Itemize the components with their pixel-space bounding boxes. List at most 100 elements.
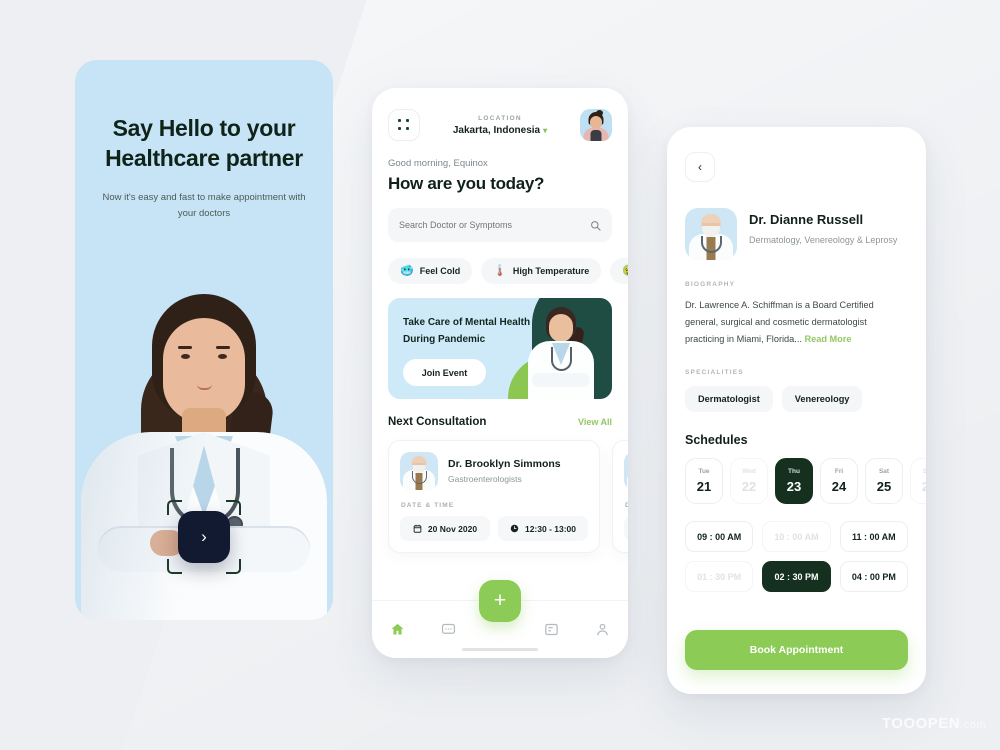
- doctor-photo: [75, 280, 333, 620]
- specialities-list: Dermatologist Venereology: [685, 386, 908, 412]
- avatar[interactable]: [580, 109, 612, 141]
- cold-face-icon: 🥶: [400, 264, 414, 277]
- schedules-title: Schedules: [685, 433, 748, 447]
- time-slot: 10 : 00 AM: [762, 521, 831, 552]
- doctor-avatar: [685, 208, 737, 260]
- location-value[interactable]: Jakarta, Indonesia ▾: [420, 125, 580, 136]
- date-pill: 22 Nov 2020: [624, 516, 628, 541]
- tab-profile[interactable]: [590, 618, 614, 642]
- day-name: Sat: [878, 468, 890, 475]
- day-number: 26: [921, 479, 926, 494]
- greeting-text: Good morning, Equinox: [388, 158, 488, 169]
- day-option-selected[interactable]: Thu 23: [775, 458, 813, 504]
- frame-corner-icon: [226, 559, 241, 574]
- time-slot: 01 : 30 PM: [685, 561, 754, 592]
- time-slot-grid: 09 : 00 AM 10 : 00 AM 11 : 00 AM 01 : 30…: [685, 521, 908, 592]
- search-input[interactable]: [399, 220, 590, 230]
- view-all-link[interactable]: View All: [578, 417, 612, 427]
- day-name: Thu: [788, 468, 800, 475]
- day-option[interactable]: Sat 25: [865, 458, 903, 504]
- frame-corner-icon: [167, 500, 182, 515]
- symptom-chip-label: High Temperature: [512, 266, 590, 276]
- home-icon: [391, 623, 404, 635]
- canvas: Say Hello to your Healthcare partner Now…: [0, 0, 1000, 750]
- consultation-card[interactable]: Dr. Jenny Wilson Cardiologists DATE & TI…: [612, 440, 628, 553]
- doctor-specialty: Dermatology, Venereology & Leprosy: [749, 235, 898, 245]
- banner-doctor-image: [524, 303, 598, 399]
- time-pill: 12:30 - 13:00: [498, 516, 588, 541]
- day-name: Fri: [834, 468, 844, 475]
- chevron-right-icon: ›: [201, 527, 207, 546]
- location-label: LOCATION: [478, 114, 522, 122]
- watermark-suffix: .com: [960, 719, 986, 731]
- read-more-link[interactable]: Read More: [804, 334, 851, 344]
- watermark-text: TOOOPEN: [881, 715, 961, 732]
- news-icon: [544, 623, 558, 636]
- grid-dots-icon[interactable]: [388, 109, 420, 141]
- day-option[interactable]: Fri 24: [820, 458, 858, 504]
- time-slot[interactable]: 11 : 00 AM: [839, 521, 908, 552]
- location-selector[interactable]: LOCATION Jakarta, Indonesia ▾: [420, 115, 580, 136]
- book-appointment-button[interactable]: Book Appointment: [685, 630, 908, 670]
- date-value: 20 Nov 2020: [427, 523, 478, 534]
- bottom-tab-bar: +: [372, 580, 628, 658]
- join-event-button[interactable]: Join Event: [403, 359, 486, 386]
- day-number: 25: [876, 479, 892, 494]
- biography-label: BIOGRAPHY: [685, 281, 736, 288]
- doctor-name: Dr. Brooklyn Simmons: [448, 458, 561, 470]
- thermometer-icon: 🌡️: [493, 264, 507, 277]
- day-name: Wed: [742, 468, 756, 475]
- home-indicator: [462, 648, 538, 651]
- watermark: TOOOPEN.com: [882, 715, 986, 732]
- calendar-icon: [413, 524, 422, 533]
- time-value: 12:30 - 13:00: [524, 523, 577, 534]
- symptom-chip-list: 🥶 Feel Cold 🌡️ High Temperature 🤢 Nausea: [388, 258, 628, 284]
- symptom-chip[interactable]: 🌡️ High Temperature: [481, 258, 602, 284]
- symptom-chip[interactable]: 🥶 Feel Cold: [388, 258, 473, 284]
- symptom-chip-label: Feel Cold: [419, 266, 461, 276]
- consultation-card[interactable]: Dr. Brooklyn Simmons Gastroenterologists…: [388, 440, 600, 553]
- tab-chat[interactable]: [437, 618, 461, 642]
- datetime-label: DATE & TIME: [401, 502, 455, 509]
- day-name: Sun: [922, 468, 926, 475]
- search-bar[interactable]: [388, 208, 612, 242]
- speciality-chip[interactable]: Dermatologist: [685, 386, 773, 412]
- day-number: 21: [696, 479, 712, 494]
- home-header: LOCATION Jakarta, Indonesia ▾: [372, 88, 628, 141]
- doctor-thumbnail: [400, 452, 438, 490]
- back-button[interactable]: ‹: [685, 152, 715, 182]
- next-consultation-header: Next Consultation View All: [388, 416, 612, 428]
- doctor-header: Dr. Dianne Russell Dermatology, Venereol…: [685, 208, 908, 260]
- speciality-chip[interactable]: Venereology: [781, 386, 863, 412]
- home-headline: How are you today?: [388, 174, 545, 193]
- day-option: Wed 22: [730, 458, 768, 504]
- nauseated-face-icon: 🤢: [622, 265, 628, 277]
- time-slot-selected[interactable]: 02 : 30 PM: [762, 561, 831, 592]
- chat-icon: [442, 623, 456, 634]
- time-slot[interactable]: 09 : 00 AM: [685, 521, 754, 552]
- add-button[interactable]: +: [479, 580, 521, 622]
- frame-corner-icon: [167, 559, 182, 574]
- frame-corner-icon: [226, 500, 241, 515]
- chevron-down-icon: ▾: [543, 125, 548, 135]
- day-number: 22: [741, 479, 757, 494]
- profile-icon: [597, 623, 608, 636]
- time-slot[interactable]: 04 : 00 PM: [839, 561, 908, 592]
- tab-news[interactable]: [539, 618, 563, 642]
- day-option[interactable]: Tue 21: [685, 458, 723, 504]
- day-name: Tue: [698, 468, 710, 475]
- section-title: Next Consultation: [388, 416, 487, 428]
- next-button[interactable]: ›: [167, 500, 241, 574]
- consultation-card-list: Dr. Brooklyn Simmons Gastroenterologists…: [388, 440, 628, 553]
- date-pill: 20 Nov 2020: [400, 516, 490, 541]
- chevron-left-icon: ‹: [698, 160, 702, 174]
- day-option: Sun 26: [910, 458, 926, 504]
- tab-home[interactable]: [386, 618, 410, 642]
- search-icon: [591, 220, 601, 231]
- symptom-chip[interactable]: 🤢 Nausea: [610, 258, 628, 284]
- biography-text: Dr. Lawrence A. Schiffman is a Board Cer…: [685, 297, 908, 348]
- page-title: Say Hello to your Healthcare partner: [105, 115, 303, 171]
- day-number: 24: [831, 479, 847, 494]
- doctor-thumbnail: [624, 452, 628, 490]
- mental-health-banner[interactable]: Take Care of Mental Health During Pandem…: [388, 298, 612, 399]
